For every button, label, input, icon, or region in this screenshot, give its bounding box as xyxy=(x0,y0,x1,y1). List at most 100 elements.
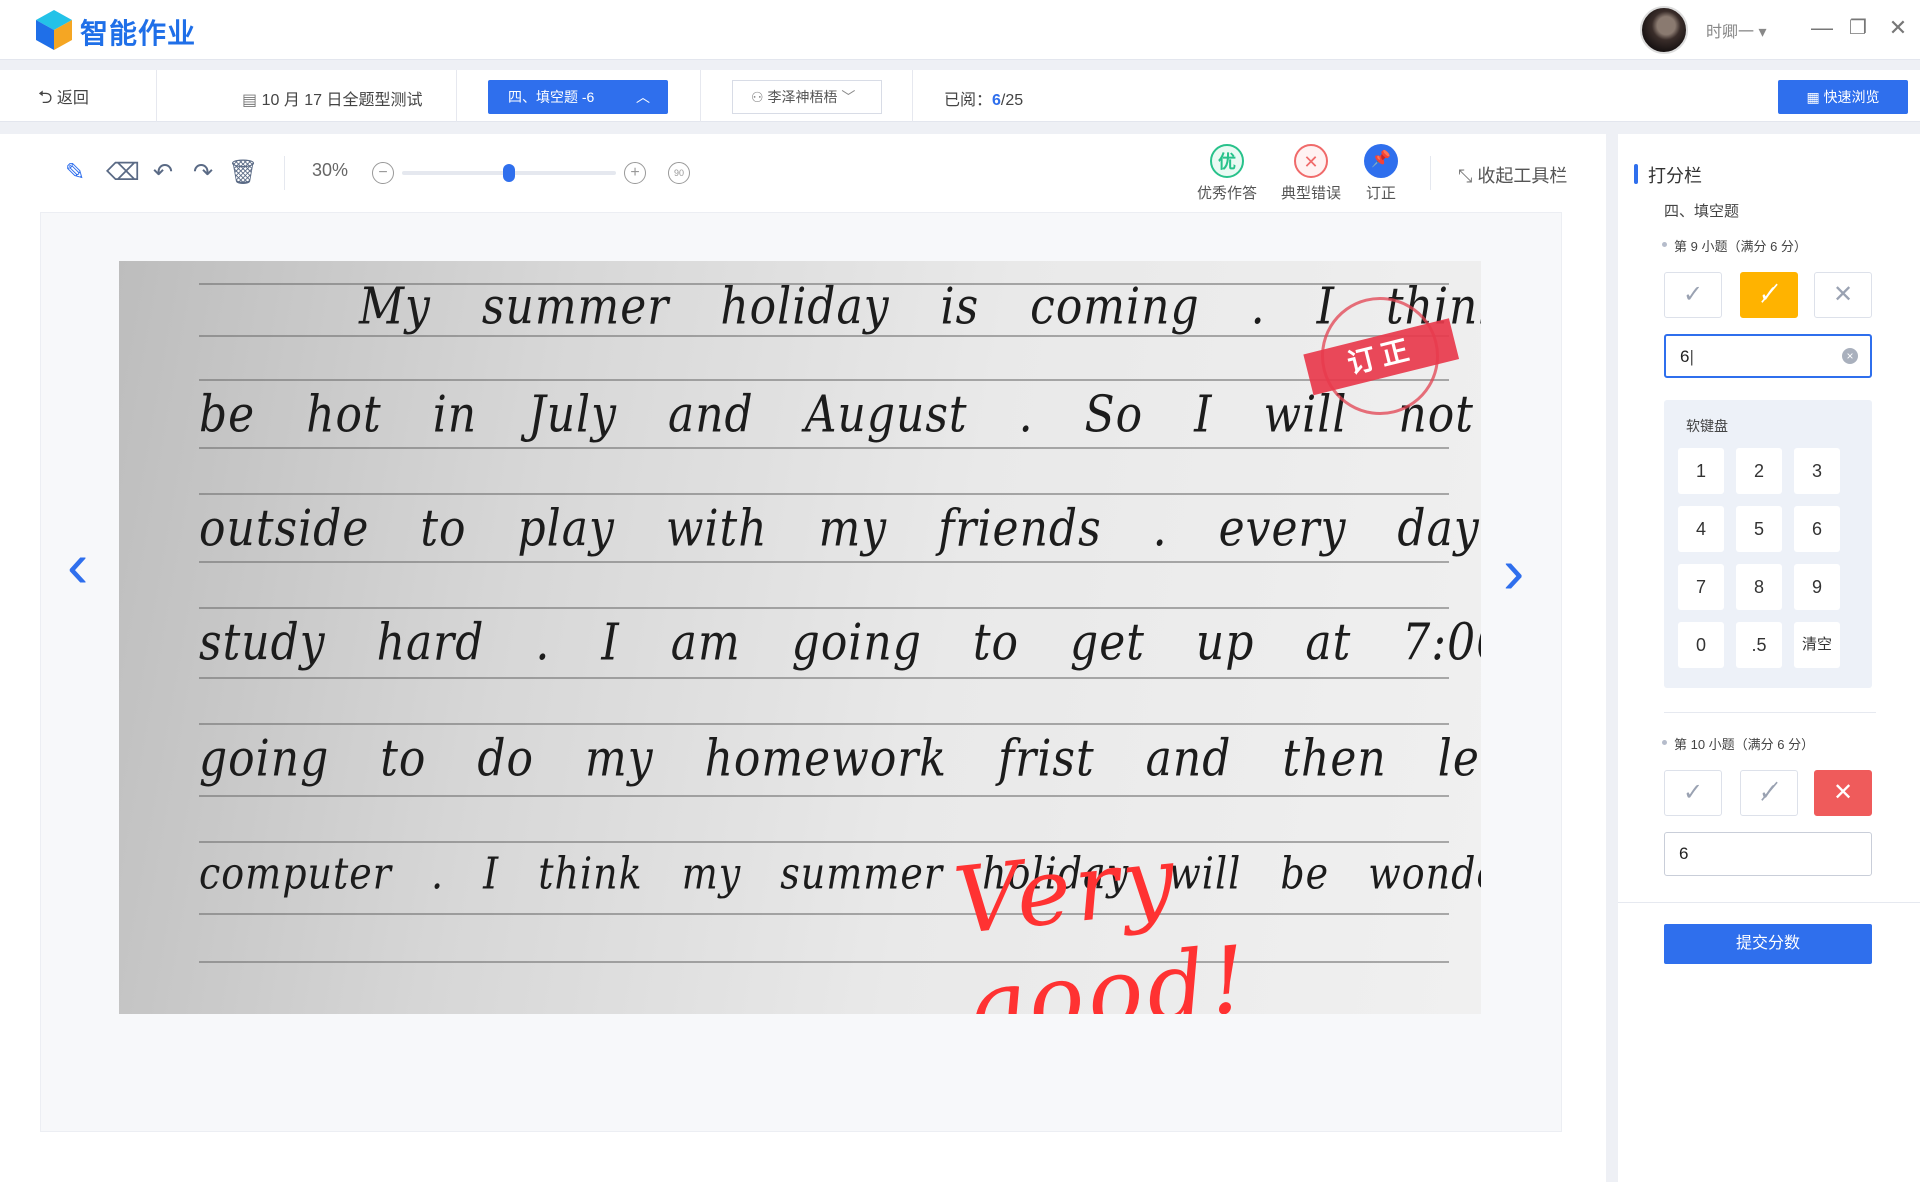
section-name: 四、填空题 xyxy=(1664,203,1740,220)
key-9[interactable]: 9 xyxy=(1794,564,1840,610)
title-bar: 智能作业 时卿一 ▾ — ❐ ✕ xyxy=(0,0,1920,60)
quick-browse-label: 快速浏览 xyxy=(1823,89,1880,105)
key-3[interactable]: 3 xyxy=(1794,448,1840,494)
undo-icon[interactable]: ↶ xyxy=(148,158,178,188)
key-clear[interactable]: 清空 xyxy=(1794,622,1840,668)
read-label: 已阅： xyxy=(944,92,993,109)
key-2[interactable]: 2 xyxy=(1736,448,1782,494)
restore-button[interactable]: ❐ xyxy=(1844,14,1872,42)
excellent-answer-button[interactable]: 优 优秀作答 xyxy=(1182,144,1272,203)
q10-title: 第 10 小题（满分 6 分） xyxy=(1661,734,1814,753)
avatar[interactable] xyxy=(1640,6,1688,54)
key-6[interactable]: 6 xyxy=(1794,506,1840,552)
divider xyxy=(284,156,285,190)
document-icon: ▤ xyxy=(242,92,258,109)
handwriting-line: outside to play with my friends . every … xyxy=(199,499,1481,558)
answer-viewer: ✎ ⌫ ↶ ↷ 🗑 30% − + 90 优 优秀作答 ✕ 典型错误 📌 订正 … xyxy=(0,134,1606,1182)
pen-icon[interactable]: ✎ xyxy=(60,158,90,188)
close-button[interactable]: ✕ xyxy=(1884,14,1912,42)
previous-arrow-icon[interactable]: ‹ xyxy=(67,533,88,597)
ruled-line xyxy=(199,447,1449,449)
divider xyxy=(156,70,157,122)
user-menu[interactable]: 时卿一 ▾ xyxy=(1706,18,1766,42)
question-select-label: 四、填空题 -6 xyxy=(508,89,595,105)
back-button[interactable]: ⮌ 返回 xyxy=(38,84,89,115)
key-5[interactable]: 5 xyxy=(1736,506,1782,552)
collapse-toolbar-button[interactable]: ⤡ 收起工具栏 xyxy=(1458,162,1567,188)
student-select-label: 李泽神梧梧 xyxy=(767,89,838,105)
pin-icon: 📌 xyxy=(1364,144,1398,178)
next-arrow-icon[interactable]: › xyxy=(1503,539,1524,603)
q9-half-correct-button[interactable]: ✓̸ xyxy=(1740,272,1798,318)
q9-correct-button[interactable]: ✓ xyxy=(1664,272,1722,318)
soft-keypad: 软键盘 1 2 3 4 5 6 7 8 9 0 .5 清空 xyxy=(1664,400,1872,688)
assignment-title-text: 10 月 17 日全题型测试 xyxy=(261,92,423,109)
divider xyxy=(1618,902,1920,903)
key-1[interactable]: 1 xyxy=(1678,448,1724,494)
chevron-up-icon: ︿ xyxy=(636,89,650,105)
submit-score-button[interactable]: 提交分数 xyxy=(1664,924,1872,964)
key-7[interactable]: 7 xyxy=(1678,564,1724,610)
question-select[interactable]: 四、填空题 -6 ︿ xyxy=(488,80,668,114)
zoom-slider-handle[interactable] xyxy=(503,164,515,182)
handwriting-line: be hot in July and August . So I will no… xyxy=(199,385,1481,444)
q10-correct-button[interactable]: ✓ xyxy=(1664,770,1722,816)
ruled-line xyxy=(199,677,1449,679)
q9-title: 第 9 小题（满分 6 分） xyxy=(1662,236,1807,255)
assignment-title: ▤ 10 月 17 日全题型测试 xyxy=(242,86,423,110)
ruled-line xyxy=(199,723,1449,725)
back-label: 返回 xyxy=(56,90,89,107)
divider xyxy=(912,70,913,122)
divider xyxy=(1430,156,1431,190)
keypad-title: 软键盘 xyxy=(1686,418,1728,434)
student-select[interactable]: ⚇ 李泽神梧梧 ﹀ xyxy=(732,80,882,114)
handwriting-line: going to do my homework frist and then l… xyxy=(199,729,1481,788)
redo-icon[interactable]: ↷ xyxy=(188,158,218,188)
user-icon: ⚇ xyxy=(751,89,764,105)
key-4[interactable]: 4 xyxy=(1678,506,1724,552)
app-logo-icon xyxy=(36,10,72,50)
half-check-icon: ✓̸ xyxy=(1758,281,1780,308)
divider xyxy=(700,70,701,122)
image-canvas: ‹ › My summer holiday is coming . I thin… xyxy=(40,212,1562,1132)
grid-icon: ▦ xyxy=(1806,89,1820,105)
panel-title: 打分栏 xyxy=(1634,162,1702,188)
collapse-toolbar-label: 收起工具栏 xyxy=(1477,166,1568,186)
q10-half-correct-button[interactable]: ✓̸ xyxy=(1740,770,1798,816)
minimize-button[interactable]: — xyxy=(1808,14,1836,42)
zoom-level: 30% xyxy=(312,160,349,180)
key-8[interactable]: 8 xyxy=(1736,564,1782,610)
grading-toolbar: ⮌ 返回 ▤ 10 月 17 日全题型测试 四、填空题 -6 ︿ ⚇ 李泽神梧梧… xyxy=(0,70,1920,122)
read-progress: 已阅：6/25 xyxy=(944,86,1023,110)
zoom-in-icon[interactable]: + xyxy=(624,162,646,184)
rotate-icon[interactable]: 90 xyxy=(668,162,690,184)
q10-score-value: 6 xyxy=(1679,844,1689,863)
q10-wrong-button[interactable]: ✕ xyxy=(1814,770,1872,816)
text-cursor: | xyxy=(1689,347,1694,366)
quick-browse-button[interactable]: ▦ 快速浏览 xyxy=(1778,80,1908,114)
q10-score-input[interactable]: 6 xyxy=(1664,832,1872,876)
clear-input-icon[interactable]: × xyxy=(1842,348,1858,364)
collapse-icon: ⤡ xyxy=(1458,166,1473,186)
divider xyxy=(1664,712,1876,713)
zoom-slider[interactable] xyxy=(402,164,616,182)
ruled-line xyxy=(199,493,1449,495)
key-0[interactable]: 0 xyxy=(1678,622,1724,668)
divider xyxy=(456,70,457,122)
read-current: 6 xyxy=(992,92,1001,109)
error-icon: ✕ xyxy=(1294,144,1328,178)
zoom-out-icon[interactable]: − xyxy=(372,162,394,184)
ruled-line xyxy=(199,379,1449,381)
eraser-icon[interactable]: ⌫ xyxy=(106,158,140,188)
key-half[interactable]: .5 xyxy=(1736,622,1782,668)
read-total: /25 xyxy=(1000,92,1024,109)
handwriting-line: My summer holiday is coming . I think it… xyxy=(359,277,1481,336)
chevron-down-icon: ﹀ xyxy=(841,89,856,105)
scoring-panel: 打分栏 四、填空题 第 9 小题（满分 6 分） ✓ ✓̸ ✕ 6| × 软键盘… xyxy=(1618,134,1920,1182)
trash-icon[interactable]: 🗑 xyxy=(228,158,258,188)
ruled-line xyxy=(199,607,1449,609)
correction-button[interactable]: 📌 订正 xyxy=(1336,144,1426,203)
check-icon: ✓ xyxy=(1682,779,1704,806)
q9-wrong-button[interactable]: ✕ xyxy=(1814,272,1872,318)
q9-score-input[interactable]: 6| × xyxy=(1664,334,1872,378)
